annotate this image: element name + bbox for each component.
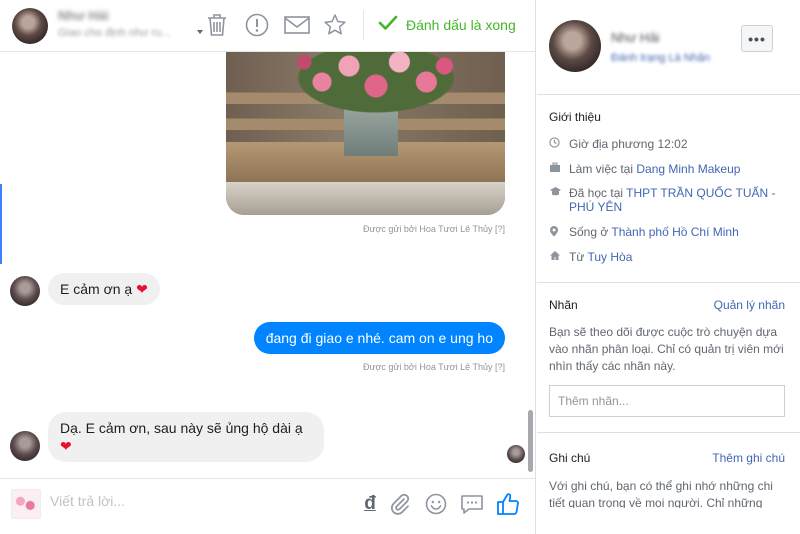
conversation-pane: Như Hải Giao cho định như ru... Đánh dấu…: [0, 0, 536, 534]
checkmark-icon: [378, 15, 398, 36]
home-icon: [549, 250, 569, 265]
about-location: Sống ở Thành phố Hồ Chí Minh: [549, 225, 789, 241]
about-education: Đã học tại THPT TRẦN QUỐC TUẤN - PHÚ YÊN: [549, 186, 789, 214]
sent-by-label: Được gửi bởi Hoa Tươi Lê Thủy [?]: [362, 224, 505, 234]
location-pin-icon: [549, 225, 569, 241]
add-label-input[interactable]: [549, 385, 785, 417]
like-icon[interactable]: [495, 491, 521, 517]
contact-avatar[interactable]: [12, 8, 48, 44]
more-options-button[interactable]: •••: [741, 25, 773, 52]
labels-title: Nhãn: [549, 298, 578, 312]
star-icon[interactable]: [322, 12, 348, 38]
notes-description: Với ghi chú, bạn có thể ghi nhớ những ch…: [549, 479, 773, 508]
help-link[interactable]: [?]: [495, 362, 505, 372]
emoji-icon[interactable]: [423, 491, 449, 517]
section-divider: [537, 432, 800, 433]
about-hometown: Từ Tuy Hòa: [549, 250, 789, 265]
thread-scrollbar[interactable]: [528, 410, 533, 472]
about-local-time: Giờ địa phương 12:02: [549, 137, 789, 152]
notes-title: Ghi chú: [549, 451, 591, 465]
sender-avatar[interactable]: [10, 431, 40, 461]
trash-icon[interactable]: [204, 12, 230, 38]
reply-input[interactable]: [50, 493, 340, 509]
info-header: Như Hải Đánh trạng Là Nhận •••: [537, 0, 800, 95]
header-divider: [363, 10, 364, 40]
reply-composer: đ: [0, 478, 535, 534]
outgoing-message[interactable]: đang đi giao e nhé. cam on e ung ho: [253, 322, 505, 354]
payment-icon[interactable]: đ: [357, 491, 383, 517]
info-subtitle[interactable]: Đánh trạng Là Nhận: [611, 52, 710, 64]
sender-avatar[interactable]: [10, 276, 40, 306]
work-link[interactable]: Dang Minh Makeup: [636, 162, 740, 176]
graduation-cap-icon: [549, 186, 569, 214]
contact-info-panel: Như Hải Đánh trạng Là Nhận ••• Giới thiệ…: [537, 0, 800, 534]
saved-reply-icon[interactable]: [459, 491, 485, 517]
info-name[interactable]: Như Hải: [611, 30, 659, 45]
envelope-icon[interactable]: [284, 12, 310, 38]
heart-icon: ❤: [60, 438, 72, 454]
mark-done-label: Đánh dấu là xong: [406, 17, 516, 33]
attach-icon[interactable]: [387, 491, 413, 517]
conversation-header: Như Hải Giao cho định như ru... Đánh dấu…: [0, 0, 535, 52]
clock-icon: [549, 137, 569, 152]
thread-edge-accent: [0, 184, 2, 264]
about-title: Giới thiệu: [549, 110, 601, 124]
location-link[interactable]: Thành phố Hồ Chí Minh: [611, 225, 738, 239]
manage-labels-link[interactable]: Quản lý nhãn: [714, 298, 785, 312]
heart-icon: ❤: [136, 281, 148, 297]
about-work: Làm việc tại Dang Minh Makeup: [549, 162, 789, 177]
briefcase-icon: [549, 162, 569, 177]
contact-subtitle: Giao cho định như ru...: [58, 27, 171, 39]
contact-name[interactable]: Như Hải: [58, 8, 109, 23]
labels-description: Bạn sẽ theo dõi được cuộc trò chuyện dựa…: [549, 325, 784, 373]
chevron-down-icon[interactable]: [197, 30, 203, 34]
incoming-message[interactable]: Dạ. E cảm ơn, sau này sẽ ủng hộ dài ạ ❤: [48, 412, 324, 462]
flower-photo[interactable]: [226, 52, 505, 215]
section-divider: [537, 282, 800, 283]
help-link[interactable]: [?]: [495, 224, 505, 234]
mark-done-button[interactable]: Đánh dấu là xong: [378, 12, 516, 38]
sent-by-label: Được gửi bởi Hoa Tươi Lê Thủy [?]: [362, 362, 505, 372]
page-avatar: [11, 489, 41, 519]
info-avatar[interactable]: [549, 20, 601, 72]
message-thread[interactable]: Được gửi bởi Hoa Tươi Lê Thủy [?] E cảm …: [0, 52, 535, 477]
incoming-message[interactable]: E cảm ơn ạ ❤: [48, 273, 160, 305]
hometown-link[interactable]: Tuy Hòa: [587, 250, 632, 264]
seen-indicator-avatar: [507, 445, 525, 463]
alert-icon[interactable]: [244, 12, 270, 38]
add-note-link[interactable]: Thêm ghi chú: [712, 451, 785, 465]
